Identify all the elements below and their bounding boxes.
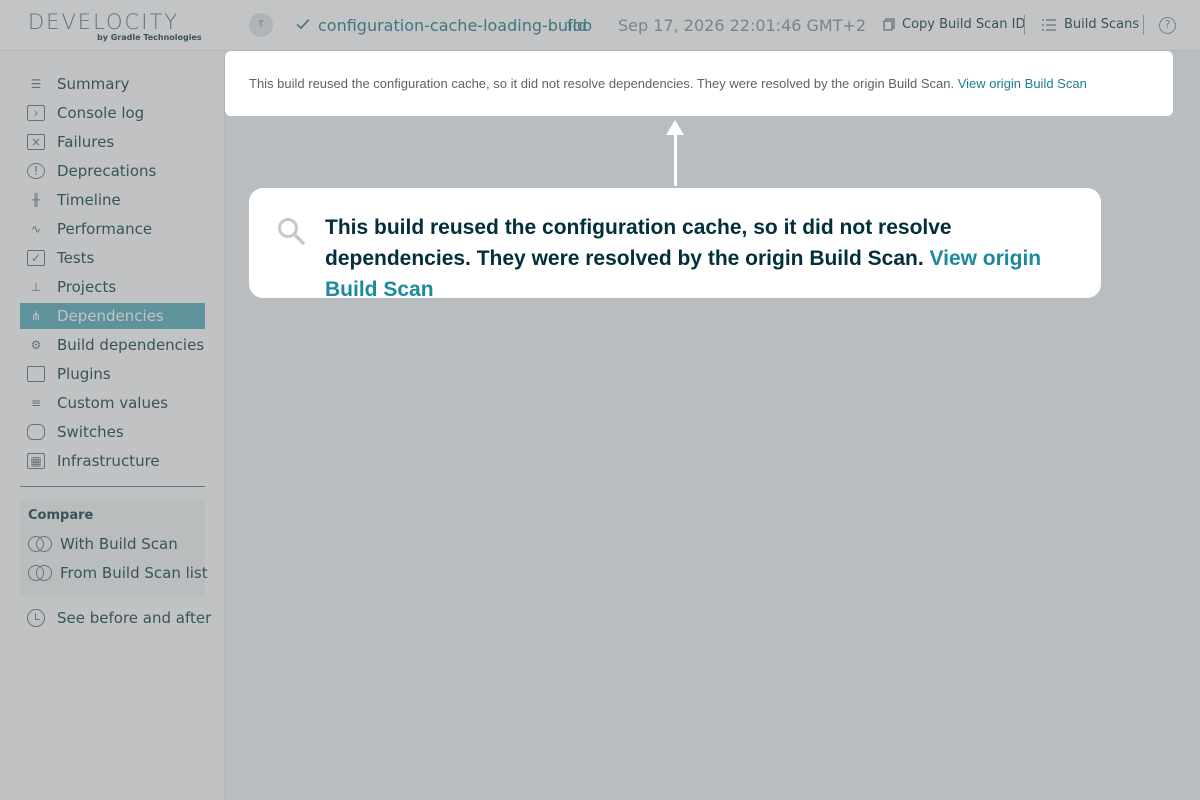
zoom-callout: This build reused the configuration cach… [249, 188, 1101, 301]
view-origin-build-scan-link[interactable]: View origin Build Scan [958, 76, 1087, 91]
magnifier-icon [278, 218, 305, 245]
dependencies-notice: This build reused the configuration cach… [225, 51, 1173, 116]
callout-arrow-head [666, 120, 684, 135]
notice-text: This build reused the configuration cach… [249, 76, 1087, 91]
callout-arrow [674, 132, 677, 186]
zoom-text: This build reused the configuration cach… [325, 212, 1085, 305]
dimming-overlay [0, 0, 1200, 800]
notice-message: This build reused the configuration cach… [249, 76, 958, 91]
zoom-message: This build reused the configuration cach… [325, 216, 952, 270]
